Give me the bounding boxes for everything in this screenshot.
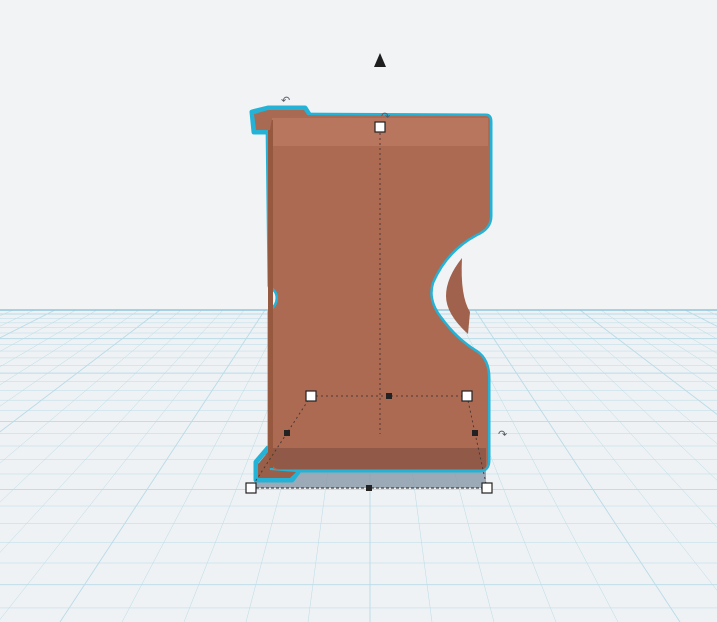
shape-bottom-band (272, 448, 486, 469)
back-edge-handle[interactable] (386, 393, 392, 399)
rotate-arrow-icon[interactable]: ↶ (281, 94, 290, 107)
shape-left-rim (268, 120, 273, 468)
front-left-corner-handle[interactable] (245, 482, 257, 494)
rotate-arrow-icon[interactable]: ↷ (498, 428, 507, 441)
front-right-corner-handle[interactable] (481, 482, 493, 494)
back-right-corner-handle[interactable] (461, 390, 473, 402)
front-edge-handle[interactable] (366, 485, 372, 491)
workplane-viewport[interactable]: ↶ ↷ ↷ (0, 0, 717, 622)
back-left-corner-handle[interactable] (305, 390, 317, 402)
selected-shape[interactable] (254, 110, 490, 478)
top-height-handle[interactable] (374, 121, 386, 133)
rotate-arrow-icon[interactable]: ↷ (381, 110, 390, 123)
left-edge-handle[interactable] (284, 430, 290, 436)
right-edge-handle[interactable] (472, 430, 478, 436)
